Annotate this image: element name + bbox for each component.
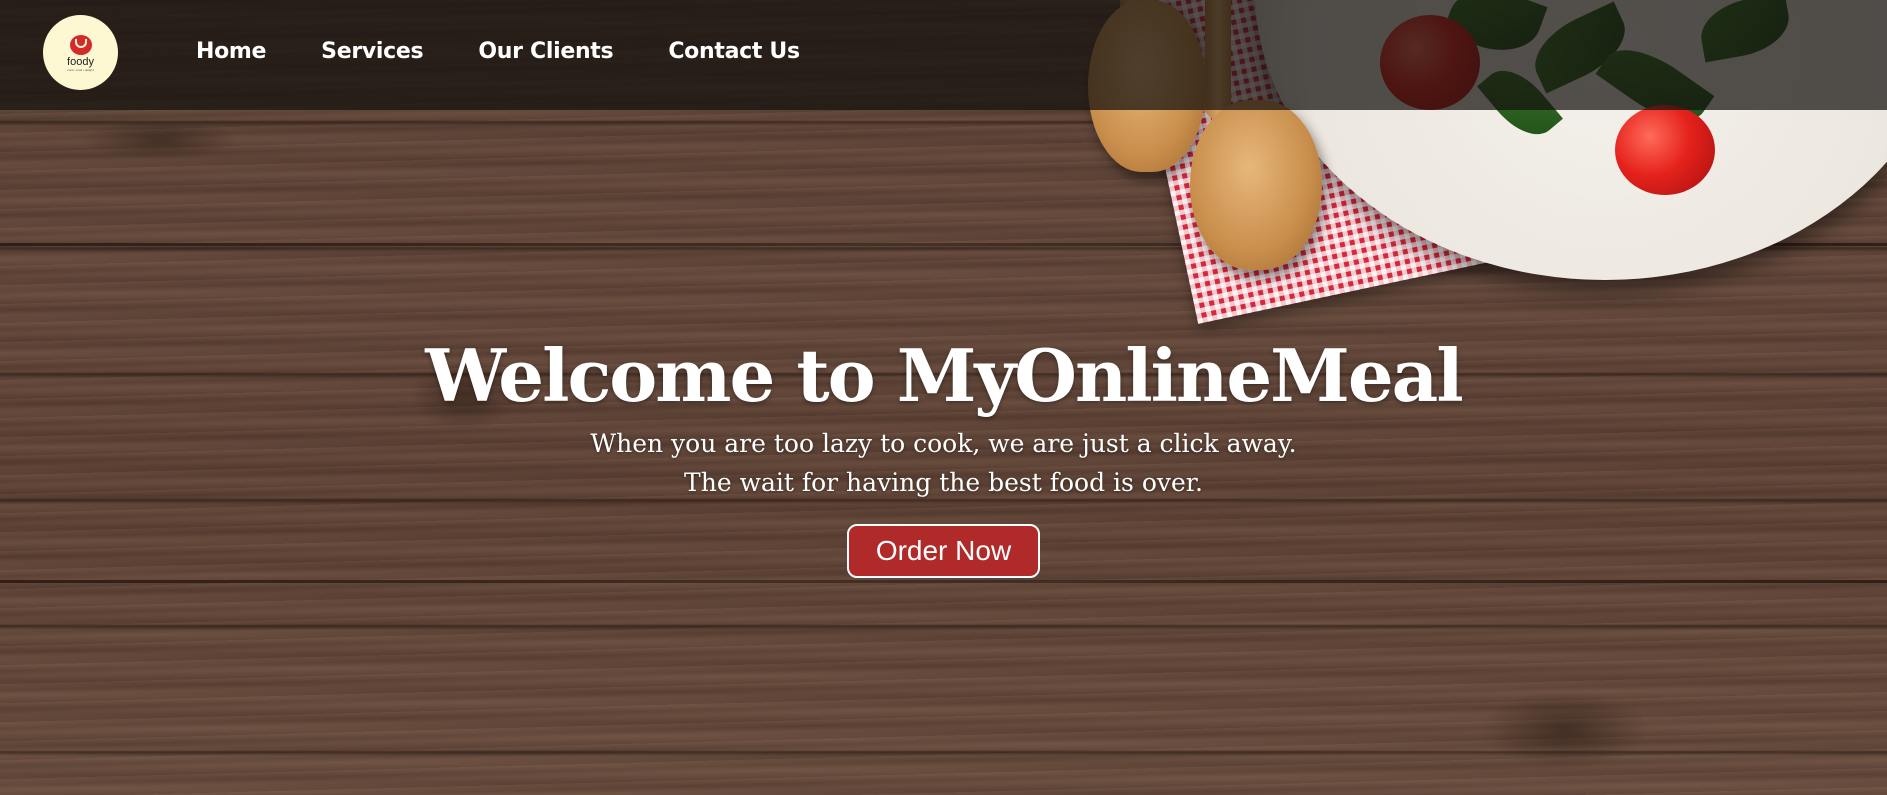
hero-subtitle: When you are too lazy to cook, we are ju… [0,424,1887,502]
hero-subtitle-line-1: When you are too lazy to cook, we are ju… [590,429,1297,458]
nav-link-services[interactable]: Services [321,34,423,70]
tomato-image [1615,105,1715,195]
wood-knot [80,120,240,160]
nav-link-our-clients[interactable]: Our Clients [478,34,613,70]
hero-title: Welcome to MyOnlineMeal [425,333,1463,418]
hero-content: Welcome to MyOnlineMeal When you are too… [0,332,1887,578]
wood-knot [1480,690,1650,770]
fork-icon [69,35,92,55]
brand-logo[interactable]: foody cook • food • delight [43,15,118,90]
wooden-spoon-image [1190,100,1322,270]
nav-link-contact-us[interactable]: Contact Us [668,34,800,70]
main-nav: Home Services Our Clients Contact Us [196,34,855,70]
wood-plank-seam [0,580,1887,583]
hero-subtitle-line-2: The wait for having the best food is ove… [684,468,1203,497]
order-now-button[interactable]: Order Now [846,524,1041,578]
logo-text: foody [67,56,94,68]
logo-tagline: cook • food • delight [67,68,94,72]
top-navbar: foody cook • food • delight Home Service… [0,0,1887,110]
nav-link-home[interactable]: Home [196,34,266,70]
